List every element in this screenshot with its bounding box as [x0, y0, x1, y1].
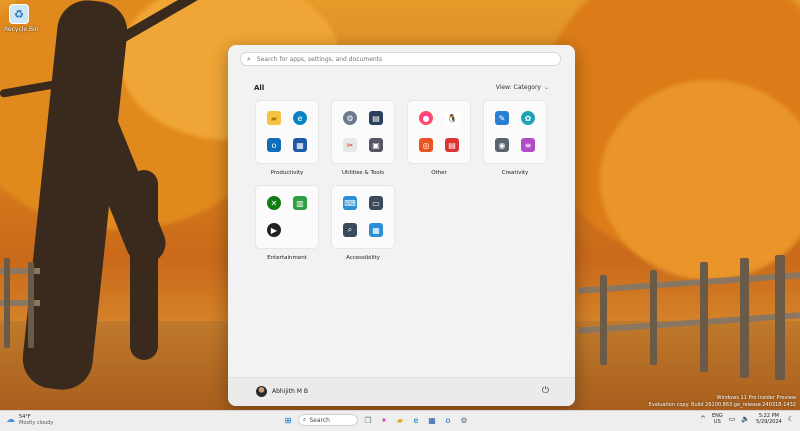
- settings-icon[interactable]: ⚙: [458, 414, 470, 426]
- magnifier-icon[interactable]: ⌕: [343, 223, 357, 237]
- category-folder[interactable]: ✎ ✿ ◉ ≡: [483, 100, 547, 164]
- volume-icon[interactable]: 🔈: [741, 415, 750, 423]
- copilot-icon[interactable]: ✦: [378, 414, 390, 426]
- watermark-line-1: Windows 11 Pro Insider Preview: [716, 395, 796, 401]
- category-folder[interactable]: ● 🐧 ◎ ▤: [407, 100, 471, 164]
- category-accessibility[interactable]: ⌨ ▭ ⌕ ▦ Accessibility: [331, 185, 395, 261]
- category-utilities-tools[interactable]: ⚙ ▤ ✂ ▣ Utilities & Tools: [331, 100, 395, 176]
- category-label: Accessibility: [346, 255, 380, 261]
- clock[interactable]: 5:22 PM 5/29/2024: [756, 413, 782, 425]
- tree-trunk-3: [130, 170, 158, 360]
- photos-icon[interactable]: ✿: [521, 111, 535, 125]
- category-folder[interactable]: ▰ e o ▦: [255, 100, 319, 164]
- view-category-dropdown[interactable]: View: Category ⌄: [496, 84, 549, 91]
- desktop-icon-label: Recycle Bin: [4, 26, 39, 33]
- category-label: Creativity: [501, 170, 529, 176]
- fence-post: [650, 270, 657, 365]
- network-icon[interactable]: ▭: [729, 415, 736, 423]
- edge-icon[interactable]: e: [293, 111, 307, 125]
- watermark-line-2: Evaluation copy. Build 26100.863 ge_rele…: [648, 402, 796, 408]
- narrator-icon[interactable]: ▭: [369, 196, 383, 210]
- category-folder[interactable]: ⚙ ▤ ✂ ▣: [331, 100, 395, 164]
- outlook-icon[interactable]: o: [267, 138, 281, 152]
- category-label: Productivity: [270, 170, 304, 176]
- store-icon[interactable]: ▦: [426, 414, 438, 426]
- section-title: All: [254, 84, 265, 92]
- taskbar-search[interactable]: ⌕ Search: [298, 414, 358, 426]
- category-folder[interactable]: ✕ ▥ ▶: [255, 185, 319, 249]
- taskbar-apps: ⊞ ⌕ Search ❐ ✦ ▰ e ▦ o ⚙: [282, 414, 470, 426]
- foliage-right-2: [600, 80, 800, 280]
- weather-widget[interactable]: ☁ 54°F Mostly cloudy: [6, 414, 53, 426]
- media-player-icon[interactable]: ▶: [267, 223, 281, 237]
- snipping-tool-icon[interactable]: ✂: [343, 138, 357, 152]
- linux-icon[interactable]: 🐧: [445, 111, 459, 125]
- ubuntu-icon[interactable]: ◎: [419, 138, 433, 152]
- settings-icon[interactable]: ⚙: [343, 111, 357, 125]
- search-icon: ⌕: [303, 416, 307, 423]
- user-avatar[interactable]: [256, 386, 267, 397]
- category-label: Utilities & Tools: [341, 170, 385, 176]
- fence-post: [4, 258, 10, 348]
- paint-icon[interactable]: ✎: [495, 111, 509, 125]
- notification-icon[interactable]: ☾: [788, 415, 794, 423]
- weather-desc: Mostly cloudy: [19, 420, 54, 426]
- start-button[interactable]: ⊞: [282, 414, 294, 426]
- file-explorer-icon[interactable]: ▰: [394, 414, 406, 426]
- fence-post: [28, 262, 34, 348]
- windows-watermark: Windows 11 Pro Insider Preview Evaluatio…: [649, 395, 796, 409]
- language-region: US: [713, 419, 721, 425]
- copilot-icon[interactable]: ●: [419, 111, 433, 125]
- store-icon[interactable]: ▦: [293, 138, 307, 152]
- language-indicator[interactable]: ENG US: [712, 413, 723, 425]
- category-productivity[interactable]: ▰ e o ▦ Productivity: [255, 100, 319, 176]
- voice-access-icon[interactable]: ▦: [369, 223, 383, 237]
- news-icon[interactable]: ▤: [445, 138, 459, 152]
- category-creativity[interactable]: ✎ ✿ ◉ ≡ Creativity: [483, 100, 547, 176]
- fence-post: [775, 255, 785, 380]
- taskbar: ☁ 54°F Mostly cloudy ⊞ ⌕ Search ❐ ✦ ▰ e …: [0, 410, 800, 431]
- power-icon[interactable]: ⏻: [542, 386, 549, 396]
- fence-post: [740, 258, 749, 378]
- system-tray: ^ ENG US ▭ 🔈 5:22 PM 5/29/2024 ☾: [700, 413, 794, 425]
- fence-post: [700, 262, 708, 372]
- chevron-up-icon[interactable]: ^: [700, 415, 706, 423]
- category-label: Entertainment: [267, 255, 307, 261]
- cloud-icon: ☁: [6, 415, 15, 425]
- file-explorer-icon[interactable]: ▰: [267, 111, 281, 125]
- search-icon: ⌕: [247, 54, 251, 63]
- taskbar-search-label: Search: [309, 416, 330, 424]
- fence-post: [600, 275, 607, 365]
- control-panel-icon[interactable]: ▣: [369, 138, 383, 152]
- category-entertainment[interactable]: ✕ ▥ ▶ Entertainment: [255, 185, 319, 261]
- clock-date: 5/29/2024: [756, 419, 782, 425]
- start-menu-footer: Abhijith M B ⏻: [228, 377, 575, 406]
- camera-icon[interactable]: ◉: [495, 138, 509, 152]
- on-screen-keyboard-icon[interactable]: ⌨: [343, 196, 357, 210]
- start-search-input[interactable]: [254, 54, 554, 64]
- start-menu: ⌕ All View: Category ⌄ ▰ e o ▦ Productiv…: [228, 45, 575, 406]
- edge-icon[interactable]: e: [410, 414, 422, 426]
- view-category-label: View: Category: [495, 84, 541, 91]
- start-search-box[interactable]: ⌕: [240, 52, 561, 66]
- desktop-icon-recycle-bin[interactable]: ♻ Recycle Bin: [4, 4, 39, 33]
- solitaire-icon[interactable]: ▥: [293, 196, 307, 210]
- chevron-down-icon: ⌄: [543, 84, 549, 91]
- category-label: Other: [431, 170, 447, 176]
- category-other[interactable]: ● 🐧 ◎ ▤ Other: [407, 100, 471, 176]
- calculator-icon[interactable]: ▤: [369, 111, 383, 125]
- category-folder[interactable]: ⌨ ▭ ⌕ ▦: [331, 185, 395, 249]
- user-name[interactable]: Abhijith M B: [272, 388, 308, 395]
- outlook-icon[interactable]: o: [442, 414, 454, 426]
- xbox-icon[interactable]: ✕: [267, 196, 281, 210]
- recycle-bin-icon: ♻: [9, 4, 29, 24]
- clipchamp-icon[interactable]: ≡: [521, 138, 535, 152]
- task-view-icon[interactable]: ❐: [362, 414, 374, 426]
